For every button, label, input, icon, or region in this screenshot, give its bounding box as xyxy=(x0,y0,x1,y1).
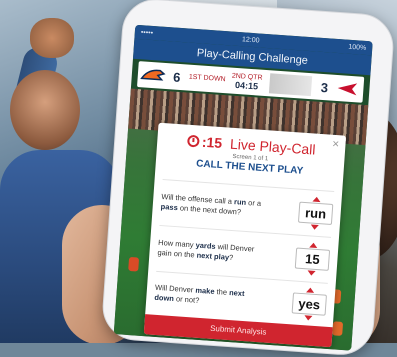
phone: ••••• 12:00 100% Play-Calling Challenge … xyxy=(100,0,396,357)
fan-head xyxy=(10,70,80,150)
chevron-up-icon[interactable] xyxy=(306,286,315,293)
down-indicator: 1ST DOWN xyxy=(189,74,226,85)
play-call-modal: ✕ :15 Live Play-Call Screen 1 of 1 CALL … xyxy=(143,122,347,348)
chevron-down-icon[interactable] xyxy=(310,224,319,230)
timer-icon xyxy=(186,134,200,148)
answer-picker[interactable]: 15 xyxy=(294,241,331,276)
question-text: How many yards will Denver gain on the n… xyxy=(157,237,255,263)
game-clock: 2ND QTR 04:15 xyxy=(231,73,263,92)
chevron-down-icon[interactable] xyxy=(307,269,316,276)
chevron-down-icon[interactable] xyxy=(304,314,313,321)
player-figure xyxy=(128,256,140,272)
home-score: 6 xyxy=(172,69,181,85)
chevron-up-icon[interactable] xyxy=(312,196,321,202)
question-text: Will Denver make the next down or not? xyxy=(154,282,245,305)
clock-value: 04:15 xyxy=(234,79,259,92)
status-time: 12:00 xyxy=(241,35,260,44)
down-label: 1ST DOWN xyxy=(188,73,226,84)
battery-level: 100% xyxy=(348,43,367,52)
countdown-timer: :15 xyxy=(201,133,223,152)
chiefs-logo-icon xyxy=(333,78,364,100)
answer-value: yes xyxy=(297,295,321,312)
player-figure xyxy=(332,321,344,336)
answer-value: run xyxy=(304,204,327,222)
chevron-up-icon[interactable] xyxy=(309,241,318,248)
fan-fist xyxy=(30,18,74,58)
phone-screen: ••••• 12:00 100% Play-Calling Challenge … xyxy=(113,24,373,351)
answer-picker[interactable]: run xyxy=(297,196,334,230)
answer-value: 15 xyxy=(304,250,321,267)
close-icon[interactable]: ✕ xyxy=(332,139,340,150)
away-score: 3 xyxy=(320,79,329,95)
score-divider xyxy=(268,73,313,97)
broncos-logo-icon xyxy=(137,64,168,86)
answer-picker[interactable]: yes xyxy=(291,286,328,321)
question-text: Will the offense call a run or a pass on… xyxy=(160,192,262,217)
signal-icon: ••••• xyxy=(140,28,154,37)
